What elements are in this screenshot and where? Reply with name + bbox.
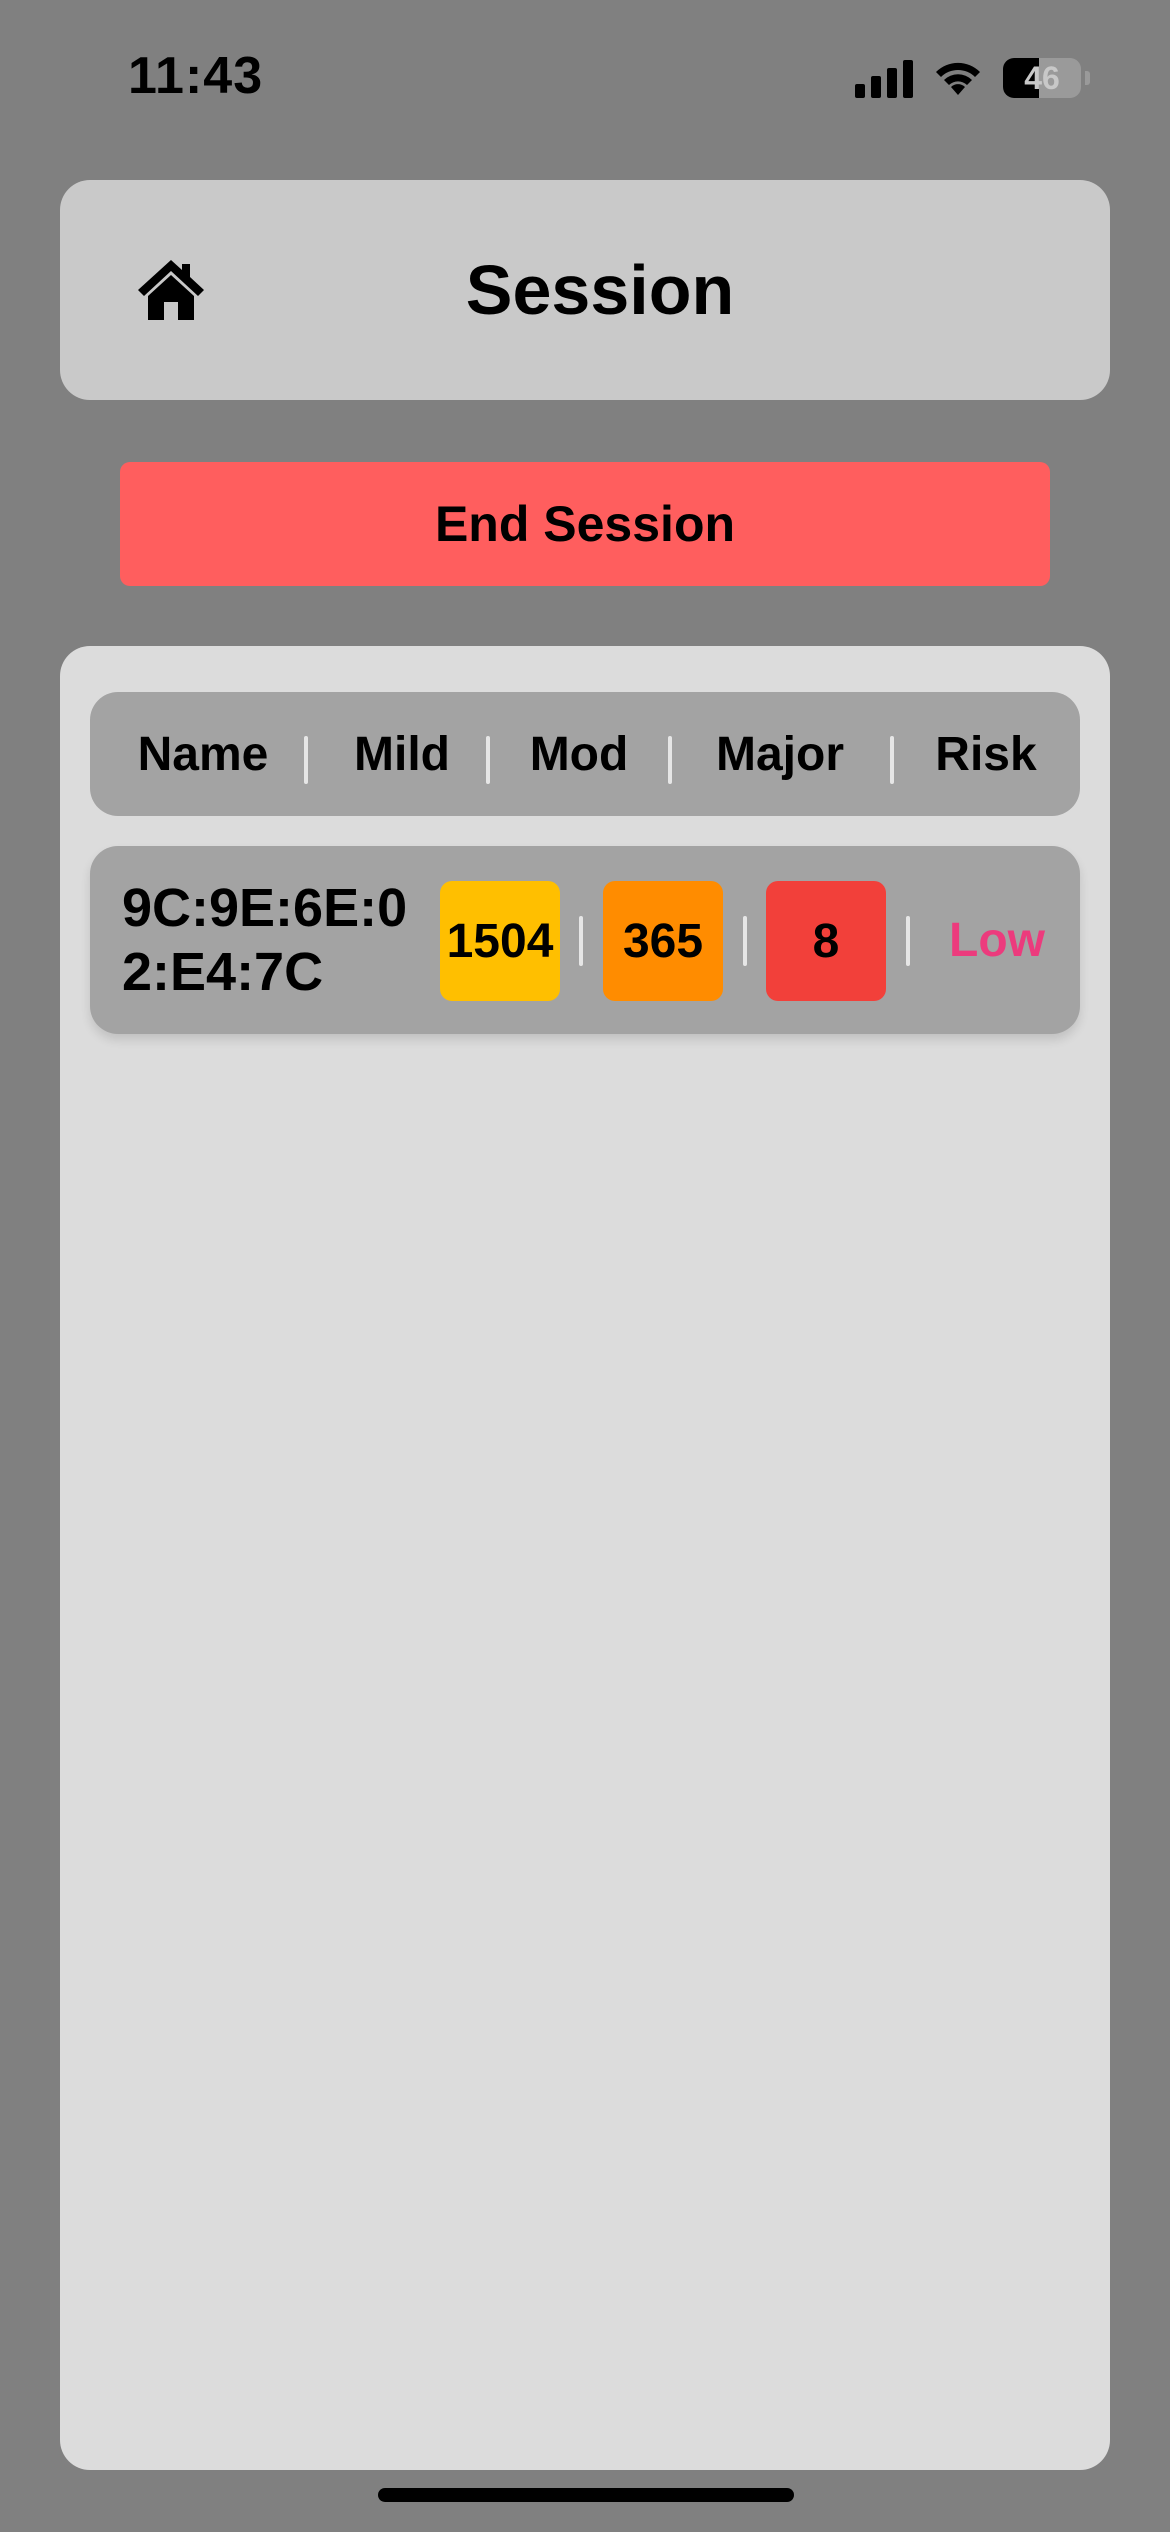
page-title: Session [465, 251, 735, 329]
mild-count-badge: 1504 [440, 881, 560, 1001]
column-divider [743, 916, 747, 966]
session-panel: Name Mild Mod Major Risk 9C:9E:6E:02:E4:… [60, 646, 1110, 2470]
status-time: 11:43 [128, 47, 264, 105]
battery-icon: 46 [1003, 58, 1081, 98]
device-name: 9C:9E:6E:02:E4:7C [122, 878, 408, 1002]
table-row[interactable]: 9C:9E:6E:02:E4:7C 1504 365 8 Low [90, 846, 1080, 1034]
battery-nub [1085, 71, 1090, 85]
status-bar: 11:43 46 [0, 0, 1170, 150]
column-header-major: Major [715, 727, 844, 781]
risk-level: Low [949, 913, 1045, 967]
column-header-name: Name [137, 727, 269, 781]
column-divider [304, 736, 308, 784]
column-header-mod: Mod [529, 727, 629, 781]
column-header-risk: Risk [935, 727, 1037, 781]
column-divider [906, 916, 910, 966]
table-header: Name Mild Mod Major Risk [90, 692, 1080, 816]
column-header-mild: Mild [354, 727, 450, 781]
column-divider [579, 916, 583, 966]
status-icons: 46 [855, 56, 1090, 100]
header-card: Session [60, 180, 1110, 400]
mod-count-badge: 365 [603, 881, 723, 1001]
battery-percent: 46 [1024, 59, 1060, 96]
end-session-button[interactable]: End Session [120, 462, 1050, 586]
home-indicator[interactable] [378, 2488, 794, 2502]
major-count-badge: 8 [766, 881, 886, 1001]
wifi-icon [936, 62, 980, 95]
signal-icon [855, 58, 913, 98]
